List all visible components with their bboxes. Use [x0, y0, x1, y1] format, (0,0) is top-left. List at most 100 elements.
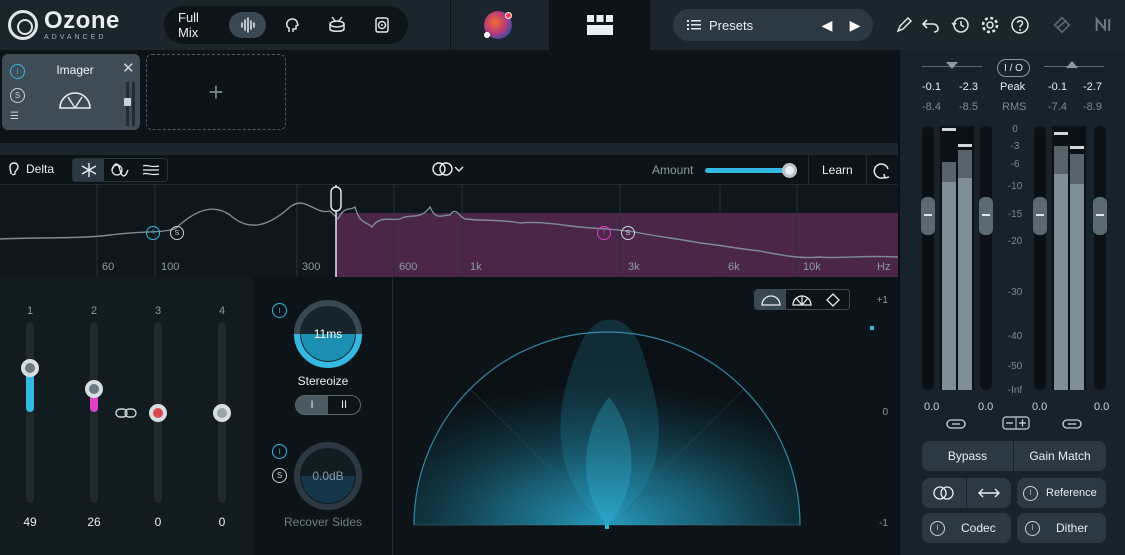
input-collapse-icon[interactable] — [946, 62, 958, 70]
refresh-icon[interactable] — [872, 161, 892, 181]
display-mode-group — [72, 158, 168, 182]
spectrum-display[interactable]: ⏽ S ⏽ S 60 100 300 600 1k 3k 6k 10k Hz — [0, 185, 898, 277]
stereoize-mode-2[interactable]: II — [328, 396, 360, 414]
undo-icon[interactable] — [920, 14, 942, 36]
recover-sides-solo-icon[interactable]: S — [272, 468, 287, 483]
delta-button[interactable]: Delta — [8, 162, 54, 176]
stereo-circles-icon — [432, 162, 453, 176]
module-menu-icon[interactable]: ☰ — [10, 112, 25, 122]
module-gain-slider[interactable] — [124, 98, 131, 106]
band-1-power-marker[interactable]: ⏽ — [146, 226, 160, 240]
drums-mode-button[interactable] — [319, 12, 356, 38]
add-module-button[interactable]: + — [146, 54, 286, 130]
gain-offset-icon[interactable] — [1002, 416, 1030, 430]
mix-selector: Full Mix — [164, 6, 408, 44]
crossover-1-handle[interactable] — [330, 186, 342, 212]
imager-toolbar: Delta Amount Learn — [0, 155, 898, 185]
swap-channels-button[interactable] — [967, 478, 1011, 508]
input-level-left-fill — [942, 162, 956, 390]
input-gain-right-value: 0.0 — [978, 401, 994, 413]
swap-arrows-icon — [978, 488, 1000, 498]
output-gain-fader-handle[interactable] — [1093, 197, 1107, 235]
module-power-icon[interactable]: ⏽ — [10, 64, 25, 79]
gain-match-button[interactable]: Gain Match — [1014, 441, 1106, 471]
band-2-solo-marker[interactable]: S — [621, 226, 635, 240]
band-width-handle[interactable] — [213, 403, 231, 422]
band-1-solo-marker[interactable]: S — [170, 226, 184, 240]
link-bands-icon[interactable] — [115, 407, 137, 419]
band-width-handle[interactable] — [149, 403, 167, 422]
amount-slider-handle[interactable] — [782, 163, 797, 178]
output-trim-track[interactable] — [1034, 126, 1046, 390]
bypass-button[interactable]: Bypass — [922, 441, 1013, 471]
recover-sides-knob[interactable]: 0.0dB — [293, 441, 363, 511]
instruments-mode-button[interactable] — [363, 12, 400, 38]
meter-scale-label: -Inf — [1007, 385, 1023, 396]
input-link-icon[interactable] — [946, 418, 966, 430]
vocal-mode-button[interactable] — [274, 12, 311, 38]
previous-preset-icon[interactable]: ◀ — [817, 15, 837, 35]
io-toggle-button[interactable]: I / O — [997, 59, 1030, 77]
full-mix-label[interactable]: Full Mix — [178, 10, 221, 40]
module-close-icon[interactable]: ✕ — [122, 59, 135, 77]
waveform-mode-button[interactable] — [229, 12, 266, 38]
stereo-link-dropdown[interactable] — [432, 161, 464, 177]
module-solo-icon[interactable]: S — [10, 88, 25, 103]
recover-sides-power-icon[interactable]: ⏽ — [272, 444, 287, 459]
output-trim-handle[interactable] — [1033, 197, 1047, 235]
band-width-value: 0 — [218, 515, 226, 529]
stereo-circles-icon — [933, 486, 954, 500]
output-gain-fader-track[interactable] — [1094, 126, 1106, 390]
input-peak-right: -2.3 — [959, 81, 978, 93]
output-gain-right-value: 0.0 — [1094, 401, 1110, 413]
band-width-handle[interactable] — [21, 359, 39, 378]
dither-label: Dither — [1056, 521, 1089, 535]
input-rms-left: -8.4 — [922, 101, 941, 113]
input-gain-fader-handle[interactable] — [921, 197, 935, 235]
input-trim-track[interactable] — [980, 126, 992, 390]
input-gain-fader-track[interactable] — [922, 126, 934, 390]
stereoize-label: Stereoize — [297, 374, 349, 388]
imager-module-card[interactable]: ⏽ S ☰ Imager ✕ — [2, 54, 140, 130]
vectorscope-scale-top: +1 — [876, 295, 888, 306]
vectorscope-view-button[interactable] — [73, 159, 105, 181]
input-peak-hold-left — [942, 128, 956, 131]
dither-button[interactable]: ⏽ Dither — [1017, 513, 1106, 543]
output-level-left-fill — [1054, 174, 1068, 390]
input-trim-handle[interactable] — [979, 197, 993, 235]
band-width-handle[interactable] — [85, 379, 103, 398]
modules-view-tab[interactable] — [550, 0, 649, 50]
stereoize-power-icon[interactable]: ⏽ — [272, 303, 287, 318]
gear-icon[interactable] — [979, 14, 1001, 36]
assistant-secondary-dot — [484, 32, 490, 38]
codec-button[interactable]: ⏽ Codec — [922, 513, 1011, 543]
phase-view-button[interactable] — [104, 159, 135, 181]
output-collapse-icon[interactable] — [1066, 61, 1078, 69]
meter-scale-label: -10 — [1007, 181, 1023, 192]
spectrum-view-button[interactable] — [136, 159, 167, 181]
band-2-power-marker[interactable]: ⏽ — [597, 226, 611, 240]
sine-icon — [111, 163, 129, 177]
waveform-icon — [240, 17, 255, 33]
vectorscope-scale-mid: 0 — [882, 407, 888, 418]
stereoize-mode-1[interactable]: I — [296, 396, 328, 414]
freq-label-600: 600 — [399, 261, 418, 273]
module-grid-icon — [586, 15, 613, 35]
output-link-icon[interactable] — [1062, 418, 1082, 430]
list-icon — [687, 20, 701, 30]
history-icon[interactable] — [949, 14, 971, 36]
help-icon[interactable] — [1009, 14, 1031, 36]
mono-button[interactable] — [922, 478, 966, 508]
learn-button[interactable]: Learn — [822, 163, 853, 177]
amount-slider[interactable] — [705, 168, 793, 173]
next-preset-icon[interactable]: ▶ — [845, 15, 865, 35]
stereoize-knob[interactable]: 11ms — [293, 299, 363, 369]
vectorscope-panel: +1 0 -1 — [394, 277, 898, 555]
reference-button[interactable]: ⏽ Reference — [1017, 478, 1106, 508]
codec-label: Codec — [961, 521, 996, 535]
presets-button[interactable]: Presets — [709, 18, 817, 33]
amount-label: Amount — [652, 163, 694, 177]
output-peak-hold-left — [1054, 132, 1068, 135]
pencil-icon[interactable] — [893, 14, 915, 36]
freq-label-1k: 1k — [470, 261, 482, 273]
